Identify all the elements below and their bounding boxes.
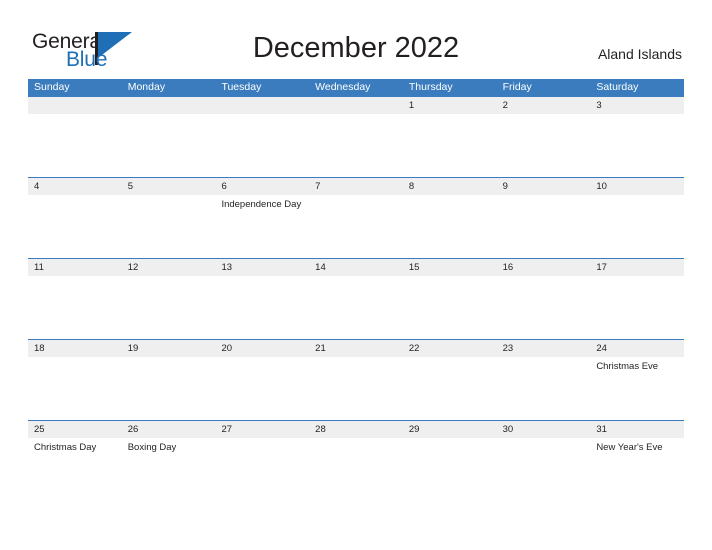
day-event-label (28, 195, 122, 258)
page-header: General Blue December 2022 Aland Islands (0, 0, 712, 80)
day-number[interactable]: 17 (590, 259, 684, 276)
day-number[interactable]: 11 (28, 259, 122, 276)
day-event-label (122, 195, 216, 258)
day-number[interactable]: 21 (309, 340, 403, 357)
day-number[interactable]: 15 (403, 259, 497, 276)
day-event-label (403, 276, 497, 339)
day-number[interactable]: 9 (497, 178, 591, 195)
week-row: 1 2 3 (28, 96, 684, 177)
day-number[interactable] (309, 97, 403, 114)
weekday-header-tuesday: Tuesday (221, 81, 262, 93)
day-number[interactable]: 14 (309, 259, 403, 276)
weekday-header-saturday: Saturday (596, 81, 639, 93)
week-row: 18 19 20 21 22 23 24 Christmas Eve (28, 339, 684, 420)
day-event-label (215, 438, 309, 501)
day-number[interactable]: 5 (122, 178, 216, 195)
week-event-band (28, 114, 684, 177)
weekday-header-sunday: Sunday (34, 81, 70, 93)
day-number[interactable] (28, 97, 122, 114)
day-number[interactable]: 29 (403, 421, 497, 438)
day-event-label (590, 114, 684, 177)
calendar-page: General Blue December 2022 Aland Islands… (0, 0, 712, 550)
day-event-label (215, 276, 309, 339)
day-event-label: New Year's Eve (596, 442, 663, 453)
day-number[interactable]: 8 (403, 178, 497, 195)
week-row: 4 5 6 7 8 9 10 Independence Day (28, 177, 684, 258)
day-event-label (497, 114, 591, 177)
day-number[interactable]: 23 (497, 340, 591, 357)
day-number[interactable]: 22 (403, 340, 497, 357)
day-event-label (309, 195, 403, 258)
day-event-label (403, 195, 497, 258)
day-event-label (122, 357, 216, 420)
day-number[interactable]: 31 (590, 421, 684, 438)
day-number[interactable]: 25 (28, 421, 122, 438)
day-number[interactable]: 20 (215, 340, 309, 357)
day-number[interactable]: 18 (28, 340, 122, 357)
day-event-label (309, 114, 403, 177)
day-event-label: Christmas Day (34, 442, 97, 453)
week-day-number-band: 25 26 27 28 29 30 31 (28, 421, 684, 438)
day-number[interactable]: 16 (497, 259, 591, 276)
day-event-label (309, 438, 403, 501)
day-number[interactable]: 24 (590, 340, 684, 357)
day-number[interactable]: 1 (403, 97, 497, 114)
day-event-label (497, 276, 591, 339)
week-day-number-band: 11 12 13 14 15 16 17 (28, 259, 684, 276)
weekday-header-row: Sunday Monday Tuesday Wednesday Thursday… (28, 79, 684, 96)
week-event-band (28, 276, 684, 339)
weekday-header-friday: Friday (502, 81, 532, 93)
day-event-label (590, 195, 684, 258)
day-event-label (28, 114, 122, 177)
day-event-label (309, 357, 403, 420)
calendar-grid: Sunday Monday Tuesday Wednesday Thursday… (28, 79, 684, 501)
day-event-label (122, 276, 216, 339)
day-event-label (215, 357, 309, 420)
day-event-label (497, 195, 591, 258)
week-row: 25 26 27 28 29 30 31 Christmas Day Boxin… (28, 420, 684, 501)
day-number[interactable]: 6 (215, 178, 309, 195)
week-day-number-band: 18 19 20 21 22 23 24 (28, 340, 684, 357)
day-event-label (122, 114, 216, 177)
day-number[interactable]: 28 (309, 421, 403, 438)
weekday-header-thursday: Thursday (408, 81, 453, 93)
day-number[interactable]: 10 (590, 178, 684, 195)
day-event-label (403, 357, 497, 420)
day-number[interactable]: 13 (215, 259, 309, 276)
week-day-number-band: 1 2 3 (28, 97, 684, 114)
day-number[interactable]: 27 (215, 421, 309, 438)
week-event-band: Christmas Day Boxing Day New Year's Eve (28, 438, 684, 501)
day-event-label (590, 276, 684, 339)
day-number[interactable]: 26 (122, 421, 216, 438)
day-number[interactable]: 19 (122, 340, 216, 357)
day-number[interactable]: 3 (590, 97, 684, 114)
day-event-label (403, 114, 497, 177)
week-event-band: Christmas Eve (28, 357, 684, 420)
day-event-label (403, 438, 497, 501)
day-number[interactable]: 4 (28, 178, 122, 195)
day-event-label: Boxing Day (127, 442, 177, 453)
week-row: 11 12 13 14 15 16 17 (28, 258, 684, 339)
day-event-label (215, 114, 309, 177)
week-day-number-band: 4 5 6 7 8 9 10 (28, 178, 684, 195)
day-event-label (28, 357, 122, 420)
weekday-header-wednesday: Wednesday (315, 81, 371, 93)
day-number[interactable]: 7 (309, 178, 403, 195)
day-number[interactable] (215, 97, 309, 114)
day-event-label (497, 357, 591, 420)
day-event-label (28, 276, 122, 339)
day-event-label (497, 438, 591, 501)
week-event-band: Independence Day (28, 195, 684, 258)
day-event-label: Independence Day (221, 199, 302, 210)
day-number[interactable]: 30 (497, 421, 591, 438)
day-event-label (309, 276, 403, 339)
weekday-header-monday: Monday (127, 81, 166, 93)
day-number[interactable]: 12 (122, 259, 216, 276)
day-number[interactable] (122, 97, 216, 114)
day-number[interactable]: 2 (497, 97, 591, 114)
region-label: Aland Islands (597, 46, 682, 62)
day-event-label: Christmas Eve (596, 361, 659, 372)
